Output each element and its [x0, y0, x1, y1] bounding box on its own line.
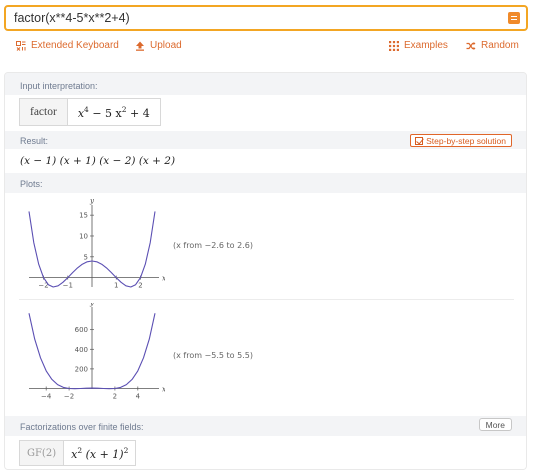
menu-icon[interactable] — [508, 12, 520, 24]
plot-1: xy−2−11251015 — [28, 197, 165, 290]
finite-field-box: GF(2) x2 (x + 1)2 — [19, 440, 137, 466]
plots-pod-title: Plots: — [20, 179, 43, 189]
interpretation-expression: x4 − 5 x2 + 4 — [68, 99, 160, 125]
examples-label: Examples — [404, 40, 448, 51]
x-tick-label: 2 — [138, 282, 142, 290]
expr-term-4: + 4 — [126, 106, 150, 120]
plots-pod-header: Plots: — [5, 173, 526, 193]
query-input-box[interactable]: factor(x**4-5*x**2+4) — [4, 5, 528, 31]
y-tick-label: 400 — [75, 346, 88, 354]
y-tick-label: 5 — [84, 253, 88, 261]
step-by-step-label: Step-by-step solution — [426, 135, 506, 146]
y-tick-label: 10 — [79, 232, 88, 240]
upload-icon — [136, 41, 144, 51]
y-tick-label: 600 — [75, 326, 88, 334]
y-axis-label: y — [89, 303, 95, 307]
x-tick-label: −1 — [63, 282, 73, 290]
result-pod-body: (x − 1) (x + 1) (x − 2) (x + 2) — [5, 149, 526, 173]
x-tick-label: 1 — [114, 282, 118, 290]
upload-label: Upload — [150, 40, 182, 51]
finite-field-label: GF(2) — [20, 441, 65, 465]
more-button[interactable]: More — [478, 418, 512, 431]
finite-fields-pod-title: Factorizations over finite fields: — [20, 422, 144, 432]
plots-pod-body: x y −2 −1 1 2 5 10 15 (x from −2.6 to 2.6) x y −4 −… — [5, 193, 526, 416]
grid-icon — [389, 40, 399, 51]
ff-exp-b: 2 — [123, 445, 129, 455]
input-pod-title: Input interpretation: — [20, 81, 98, 91]
plot-2-range: (x from −5.5 to 5.5) — [173, 351, 253, 360]
y-tick-label: 15 — [79, 212, 88, 220]
y-axis-label: y — [89, 197, 95, 205]
x-tick-label: −4 — [41, 393, 52, 401]
input-interpretation-box: factor x4 − 5 x2 + 4 — [19, 98, 161, 126]
x-tick-label: 4 — [136, 393, 141, 401]
result-pod-title: Result: — [20, 136, 49, 146]
x-axis-label: x — [162, 386, 165, 394]
plot-2: x y −4 −2 2 4 200 400 600 — [28, 303, 165, 401]
input-pod-body: factor x4 − 5 x2 + 4 — [5, 95, 526, 131]
step-by-step-button[interactable]: Step-by-step solution — [410, 134, 512, 147]
y-tick-label: 200 — [75, 365, 88, 373]
finite-fields-pod-header: Factorizations over finite fields: — [5, 416, 526, 436]
input-pod-header: Input interpretation: — [5, 73, 526, 95]
result-value: (x − 1) (x + 1) (x − 2) (x + 2) — [20, 155, 176, 167]
results-panel: Input interpretation: factor x4 − 5 x2 +… — [4, 72, 527, 470]
extended-keyboard-label: Extended Keyboard — [31, 40, 119, 51]
x-tick-label: −2 — [64, 393, 74, 401]
upload-button[interactable]: Upload — [135, 40, 182, 51]
examples-button[interactable]: Examples — [389, 40, 448, 51]
extended-keyboard-button[interactable]: Extended Keyboard — [16, 40, 119, 51]
query-input[interactable]: factor(x**4-5*x**2+4) — [14, 11, 130, 25]
random-label: Random — [481, 40, 519, 51]
ff-term-x-plus-1: (x + 1) — [82, 447, 124, 461]
interpretation-label: factor — [20, 99, 68, 125]
expr-term-5x: − 5 x — [88, 106, 122, 120]
keyboard-icon — [16, 40, 26, 51]
plot-1-range: (x from −2.6 to 2.6) — [173, 241, 253, 250]
finite-field-expression: x2 (x + 1)2 — [64, 441, 135, 465]
checkbox-icon — [415, 136, 424, 145]
shuffle-icon — [466, 41, 476, 50]
x-axis-label: x — [162, 275, 165, 283]
x-tick-label: 2 — [113, 393, 117, 401]
random-button[interactable]: Random — [466, 40, 519, 51]
